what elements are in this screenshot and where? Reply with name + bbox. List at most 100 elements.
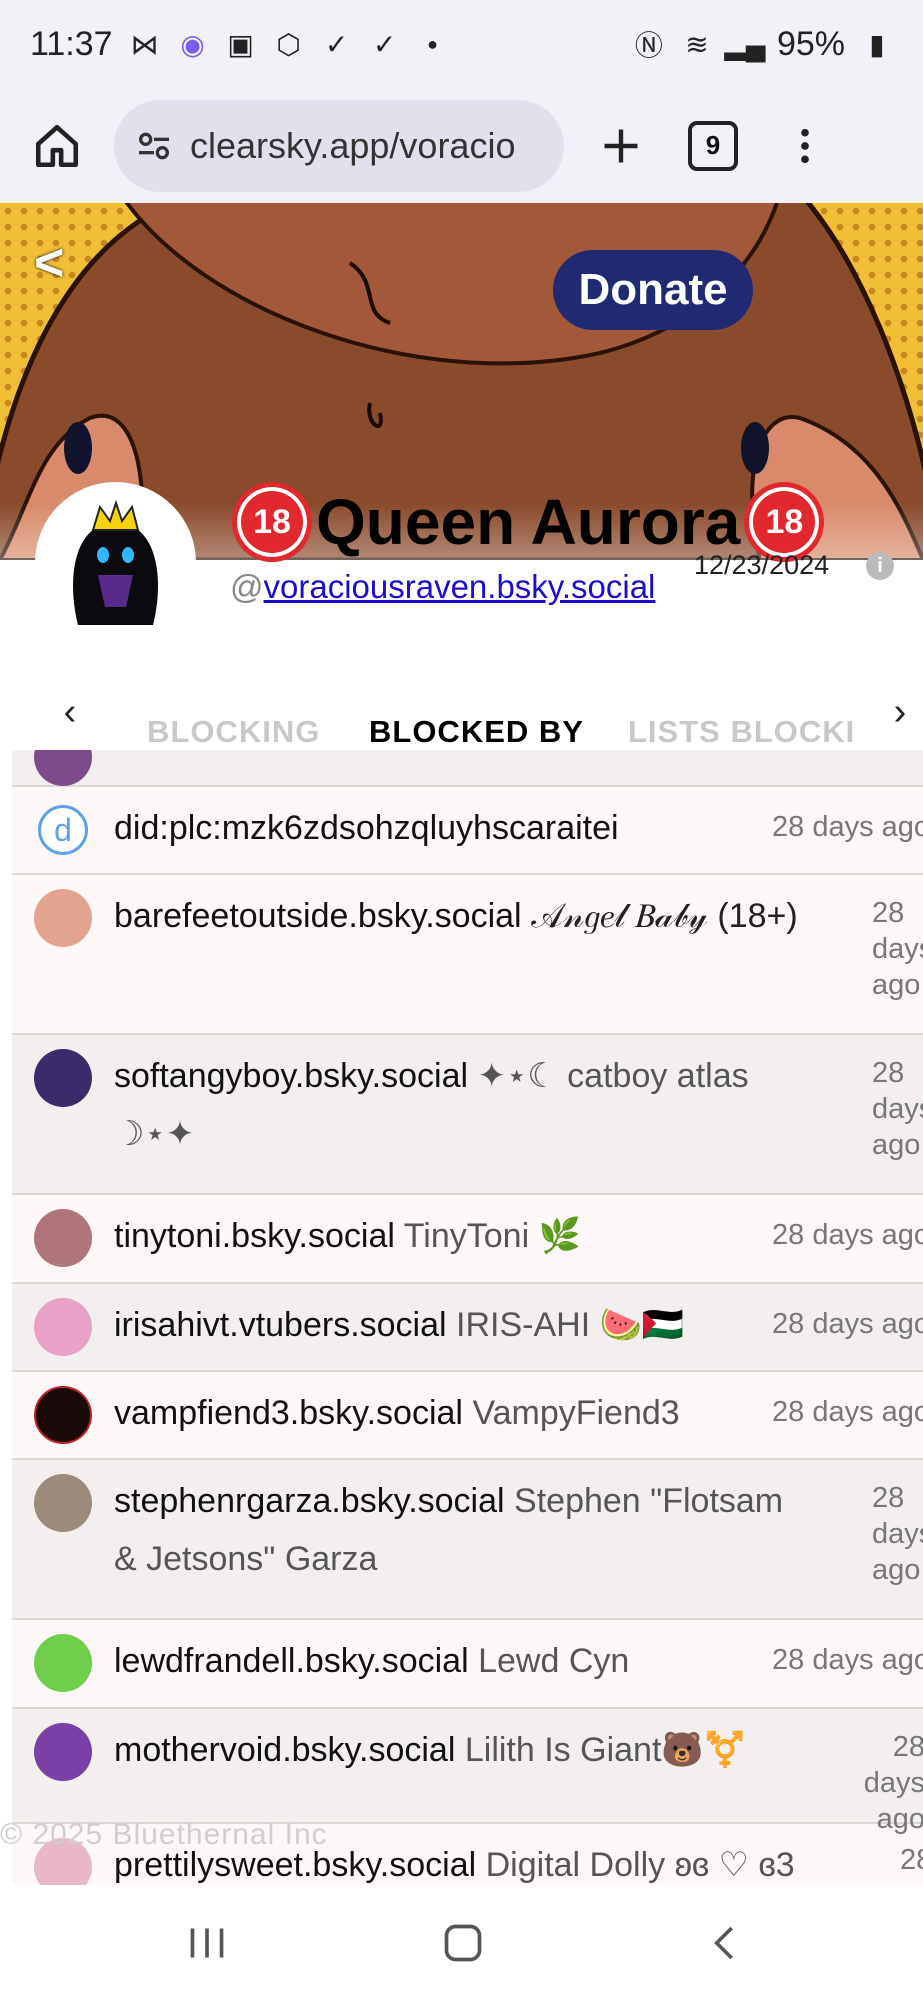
list-item-text: tinytoni.bsky.social TinyToni 🌿: [34, 1207, 804, 1265]
handle-link[interactable]: voraciousraven.bsky.social: [264, 568, 656, 605]
tab-switcher-button[interactable]: 9: [678, 111, 748, 181]
user-avatar: [34, 1209, 92, 1267]
user-avatar: [34, 1298, 92, 1356]
user-handle: softangyboy.bsky.social: [114, 1057, 469, 1095]
check-icon: ✓: [324, 28, 349, 60]
list-item-partial: [12, 750, 923, 787]
user-display-name: IRIS-AHI 🍉🇵🇸: [456, 1306, 685, 1344]
back-nav-icon: [714, 1926, 733, 1960]
tab-lists-blocking[interactable]: LISTS BLOCKI: [628, 714, 855, 750]
time-ago: 28 days ago: [772, 1396, 923, 1428]
list-item-text: barefeetoutside.bsky.social 𝒜𝓃𝑔𝑒𝓁 𝐵𝒶𝒷𝓎 (…: [34, 887, 804, 945]
battery-icon: ▮: [869, 28, 885, 60]
tab-blocking[interactable]: BLOCKING: [147, 714, 320, 750]
more-vert-icon: [801, 128, 809, 163]
menu-button[interactable]: [770, 111, 840, 181]
system-nav-bar: [0, 1885, 923, 2000]
time-ago: 28: [900, 1844, 923, 1876]
list-item[interactable]: lewdfrandell.bsky.social Lewd Cyn 28 day…: [12, 1620, 923, 1709]
home-icon: [35, 124, 79, 167]
adult-badge-icon: 18: [232, 482, 312, 562]
user-display-name: Lewd Cyn: [478, 1642, 630, 1680]
user-display-name: Lilith Is Giant🐻⚧️: [464, 1731, 747, 1769]
list-item-text: vampfiend3.bsky.social VampyFiend3: [34, 1384, 804, 1442]
user-display-name: Digital Dolly ʚɞ ♡ ɞ3: [485, 1846, 795, 1884]
hexagon-icon: ⬡: [276, 28, 301, 60]
list-item-text: softangyboy.bsky.social ✦⋆☾ catboy atlas…: [34, 1047, 804, 1163]
user-handle: mothervoid.bsky.social: [114, 1731, 456, 1769]
list-item[interactable]: stephenrgarza.bsky.social Stephen "Flots…: [12, 1460, 923, 1620]
time-ago: 28 days ago: [772, 811, 923, 843]
user-avatar: [34, 1474, 92, 1532]
time-ago: 28 days ago: [772, 1219, 923, 1251]
blocked-by-list: d did:plc:mzk6zdsohzqluyhscaraitei 28 da…: [12, 750, 923, 1885]
list-item[interactable]: vampfiend3.bsky.social VampyFiend3 28 da…: [12, 1372, 923, 1460]
site-settings-icon: [139, 132, 169, 159]
copyright-watermark: © 2025 Bluethernal Inc: [0, 1818, 328, 1851]
user-avatar: [34, 1386, 92, 1444]
back-nav-button[interactable]: [690, 1913, 760, 1973]
battery-percent: 95%: [776, 24, 845, 63]
nfc-icon: Ⓝ: [634, 30, 663, 61]
list-item-text: lewdfrandell.bsky.social Lewd Cyn: [34, 1632, 804, 1690]
plus-icon: [604, 129, 638, 162]
profile-handle: @voraciousraven.bsky.social: [230, 568, 655, 606]
info-icon[interactable]: i: [866, 552, 894, 580]
list-item[interactable]: tinytoni.bsky.social TinyToni 🌿 28 days …: [12, 1195, 923, 1284]
user-display-name: TinyToni 🌿: [403, 1217, 581, 1255]
clock: 11:37: [30, 24, 113, 63]
display-name-text: Queen Aurora: [316, 486, 741, 558]
tab-blocked-by[interactable]: BLOCKED BY: [369, 714, 584, 750]
user-avatar: [34, 1049, 92, 1107]
raven-avatar-image: [38, 485, 192, 639]
new-tab-button[interactable]: [586, 111, 656, 181]
user-avatar: [34, 1723, 92, 1781]
time-ago: 28 days ago: [772, 1308, 923, 1340]
user-handle: irisahivt.vtubers.social: [114, 1306, 447, 1344]
status-bar: 11:37 ⋈ ◉ ▣ ⬡ ✓ ✓ ● Ⓝ ≋ ▂▄ 95% ▮: [0, 0, 923, 88]
list-item[interactable]: irisahivt.vtubers.social IRIS-AHI 🍉🇵🇸 28…: [12, 1284, 923, 1372]
time-ago: 28 days ago: [863, 1731, 923, 1835]
gmail-icon: ⋈: [130, 28, 159, 60]
avatar: [38, 485, 193, 640]
dot-icon: ●: [427, 33, 438, 54]
default-avatar-icon: d: [38, 805, 88, 855]
user-handle: did:plc:mzk6zdsohzqluyhscaraitei: [114, 809, 619, 847]
recents-icon: [190, 1928, 224, 1958]
time-ago: 28 days ago: [872, 897, 923, 1001]
signal-icon: ▂▄: [724, 28, 766, 60]
list-item-text: mothervoid.bsky.social Lilith Is Giant🐻⚧…: [34, 1721, 834, 1779]
user-avatar: [34, 1634, 92, 1692]
user-handle: lewdfrandell.bsky.social: [114, 1642, 469, 1680]
back-link[interactable]: <: [34, 233, 64, 293]
time-ago: 28 days ago: [872, 1057, 923, 1161]
user-handle: vampfiend3.bsky.social: [114, 1394, 463, 1432]
home-nav-button[interactable]: [428, 1913, 498, 1973]
time-ago: 28 days ago: [772, 1644, 923, 1676]
user-avatar: [34, 889, 92, 947]
home-nav-icon: [444, 1924, 482, 1962]
list-item[interactable]: softangyboy.bsky.social ✦⋆☾ catboy atlas…: [12, 1035, 923, 1195]
check-icon: ✓: [372, 28, 397, 60]
list-item[interactable]: mothervoid.bsky.social Lilith Is Giant🐻⚧…: [12, 1709, 923, 1835]
recents-button[interactable]: [172, 1913, 242, 1973]
tab-next-button[interactable]: ›: [870, 690, 923, 734]
list-item[interactable]: barefeetoutside.bsky.social 𝒜𝓃𝑔𝑒𝓁 𝐵𝒶𝒷𝓎 (…: [12, 875, 923, 1035]
user-handle: stephenrgarza.bsky.social: [114, 1482, 505, 1520]
list-item-text: did:plc:mzk6zdsohzqluyhscaraitei: [34, 799, 804, 857]
donate-button[interactable]: Donate: [553, 250, 753, 330]
user-display-name: VampyFiend3: [472, 1394, 680, 1432]
home-button[interactable]: [22, 111, 92, 181]
profile-date: 12/23/2024: [694, 550, 830, 580]
tab-prev-button[interactable]: ‹: [40, 690, 100, 734]
handle-prefix: @: [230, 568, 264, 605]
tab-bar: ‹ BLOCKING BLOCKED BY LISTS BLOCKI ›: [0, 690, 923, 750]
url-text: clearsky.app/voracio: [190, 124, 516, 166]
time-ago: 28 days ago: [872, 1482, 923, 1586]
gallery-icon: ▣: [227, 28, 254, 60]
address-bar[interactable]: clearsky.app/voracio: [114, 99, 564, 192]
list-item-text: stephenrgarza.bsky.social Stephen "Flots…: [34, 1472, 804, 1588]
user-avatar: [34, 750, 92, 786]
list-item[interactable]: d did:plc:mzk6zdsohzqluyhscaraitei 28 da…: [12, 787, 923, 875]
browser-toolbar: clearsky.app/voracio 9: [0, 88, 923, 203]
